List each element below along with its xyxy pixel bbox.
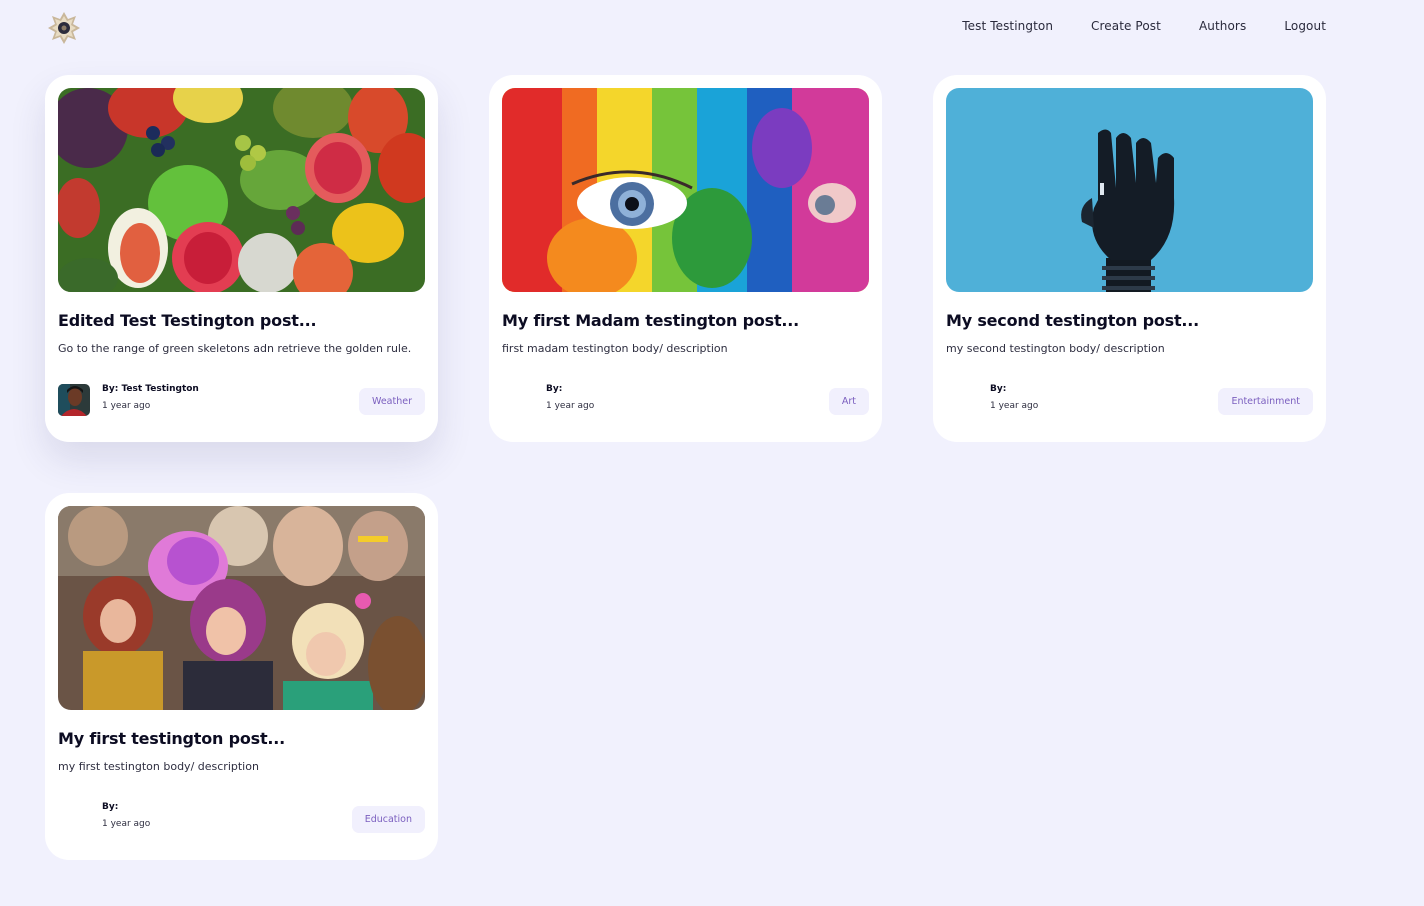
nav-link-create-post[interactable]: Create Post — [1091, 19, 1161, 33]
by-label: By: — [102, 384, 119, 394]
by-label: By: — [102, 802, 119, 812]
post-description: my first testington body/ description — [58, 760, 259, 773]
author-avatar[interactable] — [58, 384, 90, 416]
category-tag[interactable]: Weather — [359, 388, 425, 415]
post-card[interactable]: My second testington post... my second t… — [933, 75, 1326, 442]
post-card[interactable]: Edited Test Testington post... Go to the… — [45, 75, 438, 442]
robot-hand-photo[interactable] — [946, 88, 1313, 292]
post-description: Go to the range of green skeletons adn r… — [58, 342, 412, 355]
post-title[interactable]: My second testington post... — [946, 311, 1313, 330]
post-card[interactable]: My first Madam testington post... first … — [489, 75, 882, 442]
by-label: By: — [546, 384, 563, 394]
painted-face-photo[interactable] — [502, 88, 869, 292]
drag-queens-photo[interactable] — [58, 506, 425, 710]
nav-links: Test Testington Create Post Authors Logo… — [962, 19, 1326, 33]
nav-link-authors[interactable]: Authors — [1199, 19, 1246, 33]
category-tag[interactable]: Entertainment — [1218, 388, 1313, 415]
by-label: By: — [990, 384, 1007, 394]
post-description: my second testington body/ description — [946, 342, 1165, 355]
post-timestamp: 1 year ago — [102, 819, 151, 829]
post-timestamp: 1 year ago — [546, 401, 595, 411]
navbar: Test Testington Create Post Authors Logo… — [0, 0, 1424, 56]
post-title[interactable]: My first Madam testington post... — [502, 311, 869, 330]
author-name[interactable]: Test Testington — [121, 384, 198, 394]
post-title[interactable]: My first testington post... — [58, 729, 425, 748]
nav-link-logout[interactable]: Logout — [1284, 19, 1326, 33]
author-byline: By: — [546, 384, 562, 394]
site-logo[interactable] — [47, 11, 81, 45]
fruits-photo[interactable] — [58, 88, 425, 292]
nav-link-profile[interactable]: Test Testington — [962, 19, 1053, 33]
category-tag[interactable]: Education — [351, 806, 425, 833]
author-byline: By: Test Testington — [102, 384, 199, 394]
post-title[interactable]: Edited Test Testington post... — [58, 311, 425, 330]
post-card[interactable]: My first testington post... my first tes… — [45, 493, 438, 860]
post-timestamp: 1 year ago — [102, 401, 151, 411]
post-description: first madam testington body/ description — [502, 342, 728, 355]
author-byline: By: — [990, 384, 1006, 394]
category-tag[interactable]: Art — [828, 388, 869, 415]
author-byline: By: — [102, 802, 118, 812]
post-timestamp: 1 year ago — [990, 401, 1039, 411]
